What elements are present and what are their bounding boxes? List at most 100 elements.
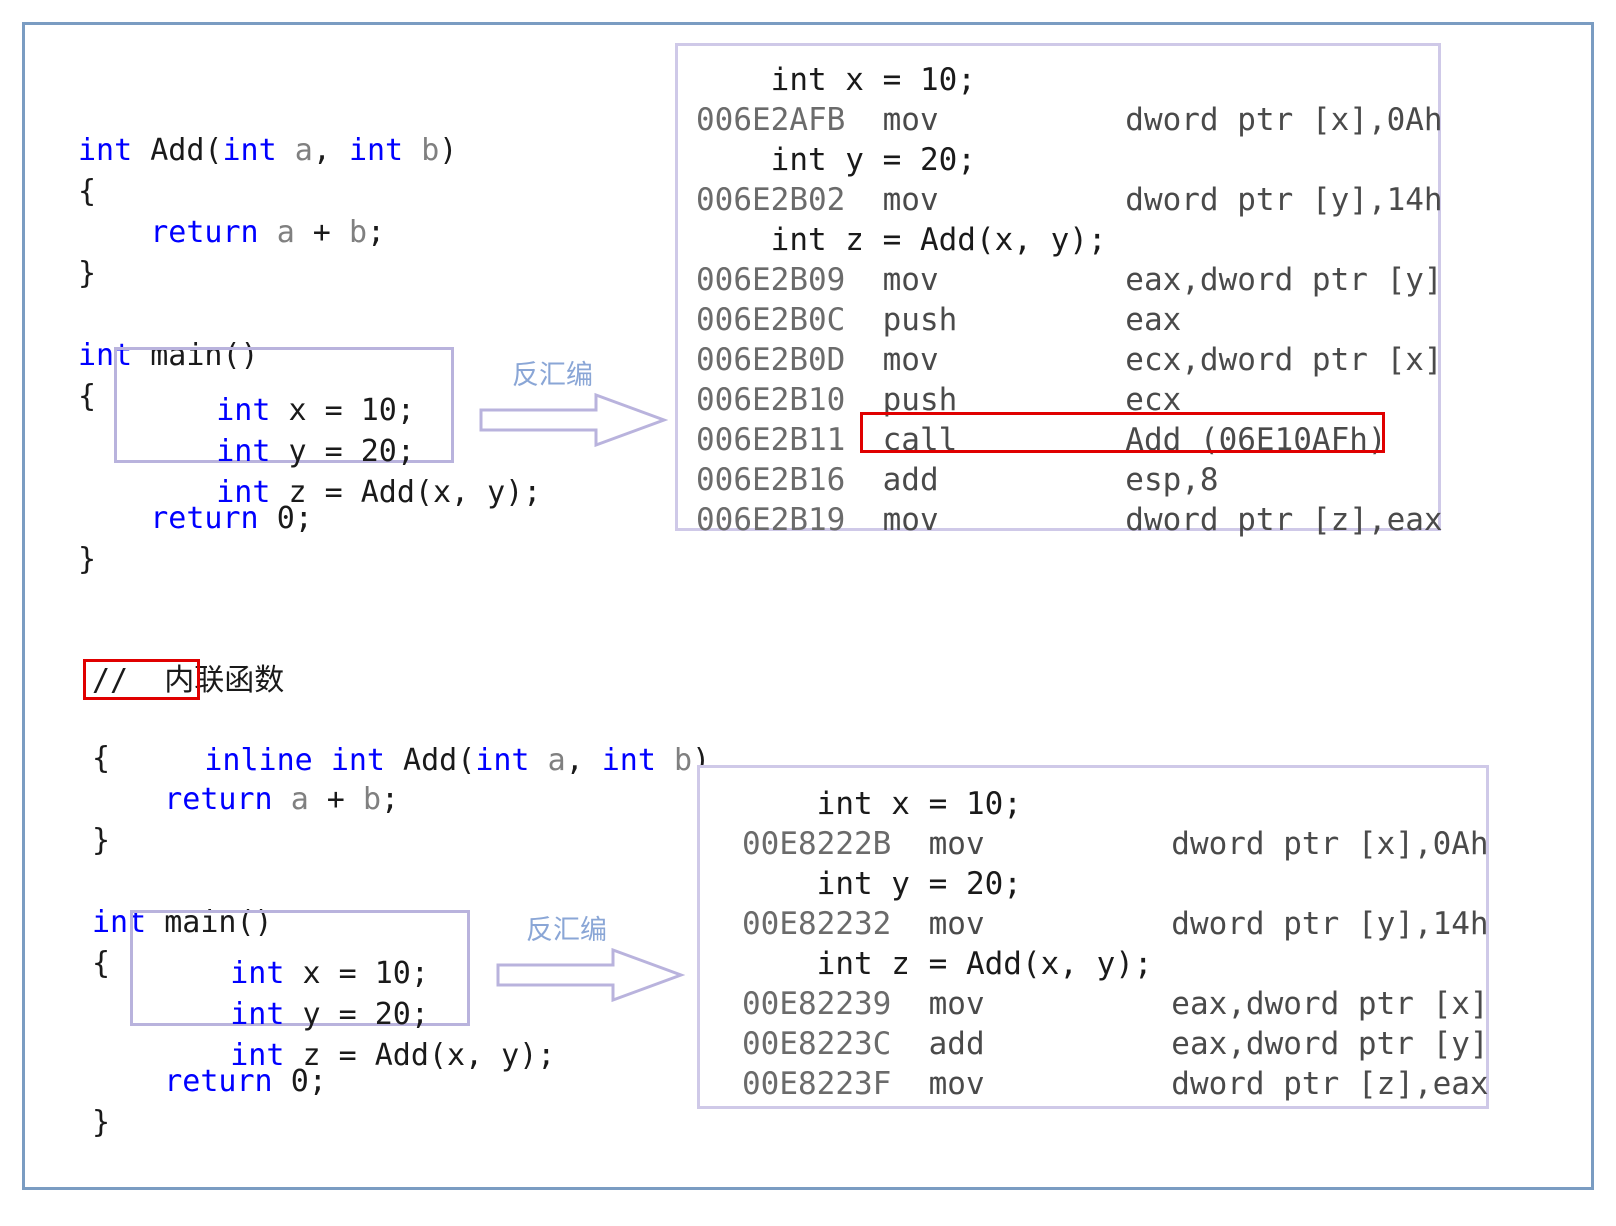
disasm-instruction-row: 00E8222B mov dword ptr [x],0Ah xyxy=(742,824,1489,864)
code-line-highlighted: int x = 10; xyxy=(144,390,484,431)
instruction-mnemonic: add xyxy=(882,462,1126,498)
instruction-operands: dword ptr [y],14h xyxy=(1125,182,1443,218)
code-token: ; xyxy=(308,1064,327,1099)
instruction-address: 006E2B0D xyxy=(696,342,883,378)
disasm-instruction-row: 006E2B09 mov eax,dword ptr [y] xyxy=(696,260,1443,300)
code-token: b xyxy=(362,782,381,817)
code-token: int xyxy=(222,133,277,168)
instruction-mnemonic: mov xyxy=(928,826,1172,862)
bottom-source-tail-lines: return 0;} xyxy=(92,1023,652,1181)
instruction-address: 00E8223F xyxy=(742,1066,929,1102)
instruction-mnemonic: add xyxy=(928,1026,1172,1062)
disasm-instruction-row: 00E8223C add eax,dword ptr [y] xyxy=(742,1024,1489,1064)
instruction-mnemonic: mov xyxy=(928,906,1172,942)
code-token: x = xyxy=(270,393,361,428)
instruction-address: 006E2B02 xyxy=(696,182,883,218)
instruction-address: 006E2B10 xyxy=(696,382,883,418)
code-token: a xyxy=(294,133,313,168)
code-line: } xyxy=(78,253,638,294)
code-line xyxy=(78,294,638,335)
top-source-tail-lines: return 0;} xyxy=(78,460,638,618)
instruction-operands: eax,dword ptr [y] xyxy=(1171,1026,1489,1062)
code-line: return 0; xyxy=(92,1061,652,1102)
code-token: a xyxy=(276,215,295,250)
code-line: return a + b; xyxy=(92,779,652,820)
top-arrow-label: 反汇编 xyxy=(512,360,593,391)
instruction-mnemonic: mov xyxy=(928,986,1172,1022)
code-line: } xyxy=(78,539,638,580)
code-token: ; xyxy=(410,956,429,991)
instruction-address: 006E2B09 xyxy=(696,262,883,298)
instruction-operands: ecx xyxy=(1125,382,1182,418)
instruction-mnemonic: mov xyxy=(882,502,1126,538)
instruction-address: 00E82239 xyxy=(742,986,929,1022)
code-token: int xyxy=(78,133,133,168)
instruction-address: 006E2B16 xyxy=(696,462,883,498)
code-token: { xyxy=(78,379,97,414)
code-token: ) xyxy=(439,133,458,168)
code-token: ; xyxy=(396,393,415,428)
instruction-operands: dword ptr [z],eax xyxy=(1125,502,1443,538)
instruction-address: 006E2B11 xyxy=(696,422,883,458)
code-token: , xyxy=(312,133,349,168)
disasm-instruction-row: 006E2B19 mov dword ptr [z],eax xyxy=(696,500,1443,540)
code-token: 0 xyxy=(276,501,295,536)
bottom-arrow-label: 反汇编 xyxy=(526,915,607,946)
code-token: ; xyxy=(381,782,400,817)
instruction-operands: Add (06E10AFh) xyxy=(1125,422,1387,458)
code-token: ; xyxy=(367,215,386,250)
instruction-address: 006E2B19 xyxy=(696,502,883,538)
code-token: 0 xyxy=(290,1064,309,1099)
instruction-mnemonic: call xyxy=(882,422,1126,458)
code-line: return a + b; xyxy=(78,212,638,253)
code-token: ; xyxy=(294,501,313,536)
code-token: } xyxy=(92,823,111,858)
code-token: } xyxy=(92,1105,111,1140)
disasm-instruction-row: 006E2AFB mov dword ptr [x],0Ah xyxy=(696,100,1443,140)
instruction-address: 00E8223C xyxy=(742,1026,929,1062)
bottom-disassembly-panel: int x = 10; 00E8222B mov dword ptr [x],0A… xyxy=(697,765,1489,1109)
code-token: x = xyxy=(284,956,375,991)
code-token: b xyxy=(674,743,693,778)
disasm-source-line: int y = 20; xyxy=(696,142,976,178)
instruction-operands: eax,dword ptr [x] xyxy=(1171,986,1489,1022)
instruction-operands: dword ptr [z],eax xyxy=(1171,1066,1489,1102)
instruction-operands: dword ptr [x],0Ah xyxy=(1125,102,1443,138)
disasm-source-line: int y = 20; xyxy=(742,866,1022,902)
code-token: b xyxy=(348,215,367,250)
code-line-highlighted: int x = 10; xyxy=(158,953,498,994)
disasm-instruction-row: 006E2B11 call Add (06E10AFh) xyxy=(696,420,1438,460)
code-token: return xyxy=(150,501,259,536)
instruction-operands: esp,8 xyxy=(1125,462,1219,498)
instruction-address: 00E8222B xyxy=(742,826,929,862)
instruction-operands: eax,dword ptr [y] xyxy=(1125,262,1443,298)
code-token: Add( xyxy=(132,133,223,168)
instruction-mnemonic: push xyxy=(882,302,1126,338)
instruction-mnemonic: mov xyxy=(882,342,1126,378)
code-token: + xyxy=(308,782,363,817)
disasm-source-line: int z = Add(x, y); xyxy=(742,946,1153,982)
bottom-disassemble-arrow xyxy=(496,947,685,1003)
instruction-operands: dword ptr [y],14h xyxy=(1171,906,1489,942)
code-line: { xyxy=(78,171,638,212)
instruction-mnemonic: mov xyxy=(882,102,1126,138)
instruction-mnemonic: mov xyxy=(882,262,1126,298)
code-token: return xyxy=(164,782,273,817)
code-token: return xyxy=(150,215,259,250)
code-line: } xyxy=(92,1102,652,1143)
code-line: } xyxy=(92,820,652,861)
disasm-instruction-row: 006E2B10 push ecx xyxy=(696,380,1438,420)
disasm-source-line: int x = 10; xyxy=(696,62,976,98)
code-line xyxy=(92,861,652,902)
figure-canvas: int Add(int a, int b){ return a + b;} in… xyxy=(0,0,1616,1226)
